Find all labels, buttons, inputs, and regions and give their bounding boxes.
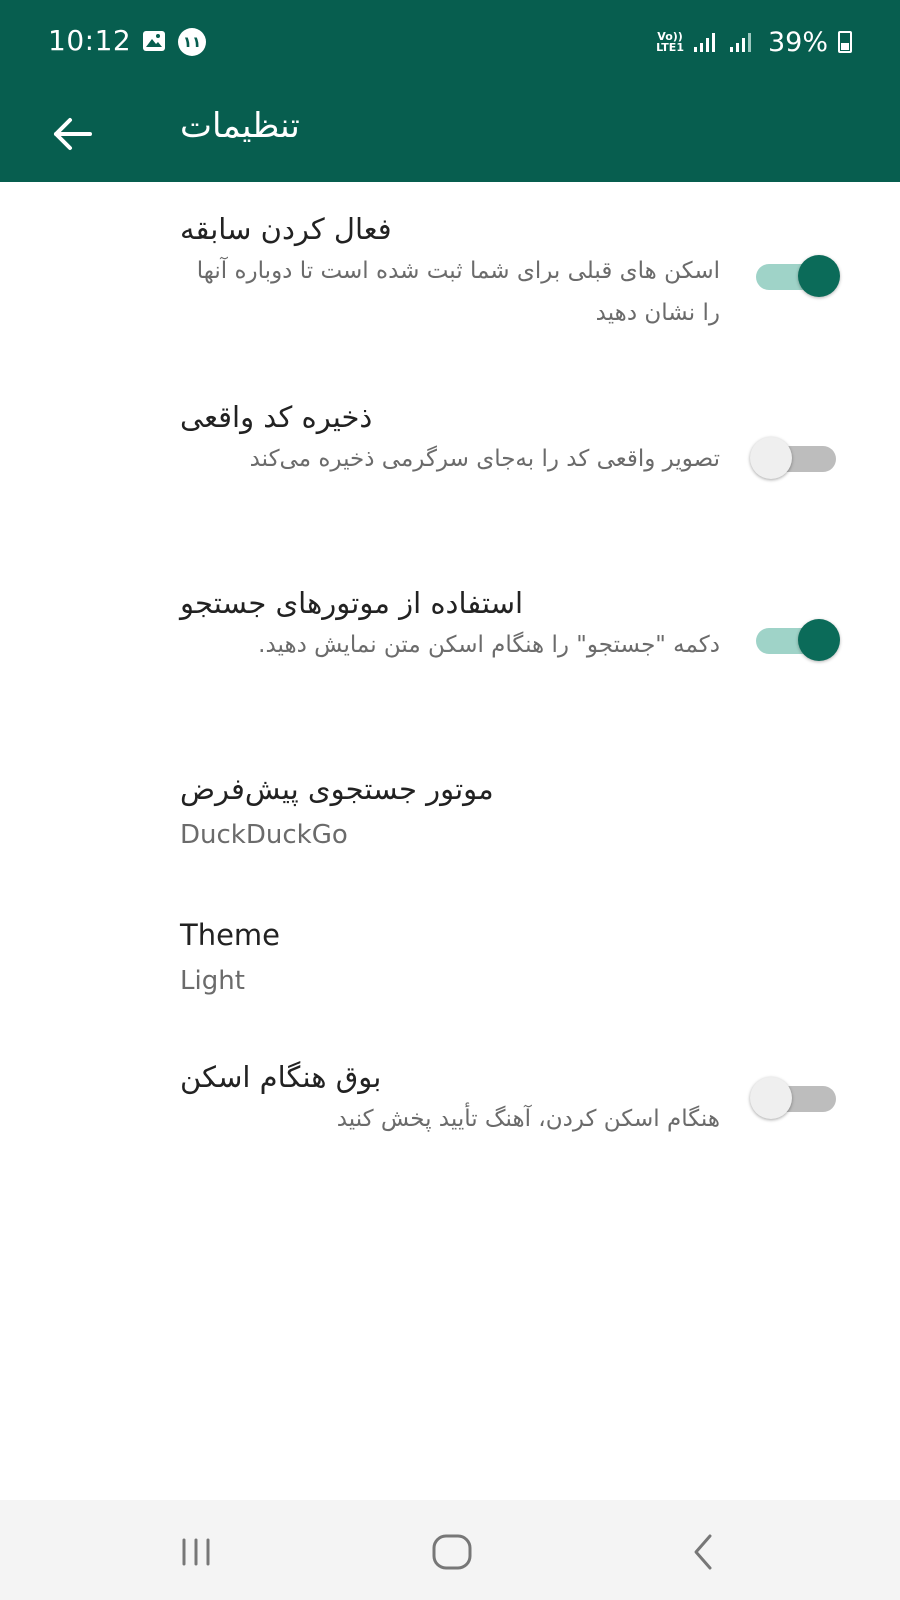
setting-use-search-engines[interactable]: استفاده از موتورهای جستجو دکمه "جستجو" ر… <box>0 586 900 746</box>
setting-description: دکمه "جستجو" را هنگام اسکن متن نمایش دهی… <box>258 632 720 658</box>
toggle-enable-history[interactable] <box>750 254 842 298</box>
signal-icon-2 <box>729 33 751 52</box>
arrow-back-icon <box>54 118 92 150</box>
status-indicators: Vo)) LTE1 39% <box>656 22 852 62</box>
setting-description: اسکن های قبلی برای شما ثبت شده است تا دو… <box>196 258 720 326</box>
home-icon[interactable] <box>424 1528 480 1576</box>
setting-save-real-code[interactable]: ذخیره کد واقعی تصویر واقعی کد را به‌جای … <box>0 400 900 560</box>
setting-enable-history[interactable]: فعال کردن سابقه اسکن های قبلی برای شما ث… <box>0 212 900 372</box>
signal-icon <box>693 33 715 52</box>
toggle-save-real-code[interactable] <box>750 436 842 480</box>
status-bar: 10:12 ۱۱ Vo)) LTE1 39% <box>0 0 900 88</box>
setting-title: فعال کردن سابقه <box>180 212 392 246</box>
setting-title: ذخیره کد واقعی <box>180 400 373 434</box>
nav-back-icon[interactable] <box>676 1528 732 1576</box>
setting-value: DuckDuckGo <box>180 820 348 850</box>
back-button[interactable] <box>40 102 104 166</box>
app-bar: تنظیمات <box>0 88 900 182</box>
recents-icon[interactable] <box>168 1528 224 1576</box>
setting-title: استفاده از موتورهای جستجو <box>180 586 524 620</box>
setting-description: هنگام اسکن کردن، آهنگ تأیید پخش کنید <box>336 1106 720 1132</box>
setting-beep-on-scan[interactable]: بوق هنگام اسکن هنگام اسکن کردن، آهنگ تأی… <box>0 1060 900 1180</box>
battery-percent: 39% <box>767 26 828 58</box>
page-title: تنظیمات <box>180 106 300 146</box>
navigation-bar <box>0 1500 900 1600</box>
setting-title: بوق هنگام اسکن <box>180 1060 382 1094</box>
setting-default-search-engine[interactable]: موتور جستجوی پیش‌فرض DuckDuckGo <box>0 772 900 882</box>
setting-title: موتور جستجوی پیش‌فرض <box>180 772 494 806</box>
setting-theme[interactable]: Theme Light <box>0 918 900 1028</box>
setting-title: Theme <box>180 918 281 952</box>
toggle-use-search-engines[interactable] <box>750 618 842 662</box>
notification-badge: ۱۱ <box>178 28 206 56</box>
gallery-icon <box>143 31 165 51</box>
battery-icon <box>838 31 852 53</box>
setting-description: تصویر واقعی کد را به‌جای سرگرمی ذخیره می… <box>249 446 720 472</box>
toggle-beep-on-scan[interactable] <box>750 1076 842 1120</box>
volte-indicator: Vo)) LTE1 <box>656 30 684 54</box>
status-time: 10:12 <box>48 24 132 57</box>
setting-value: Light <box>180 966 245 996</box>
